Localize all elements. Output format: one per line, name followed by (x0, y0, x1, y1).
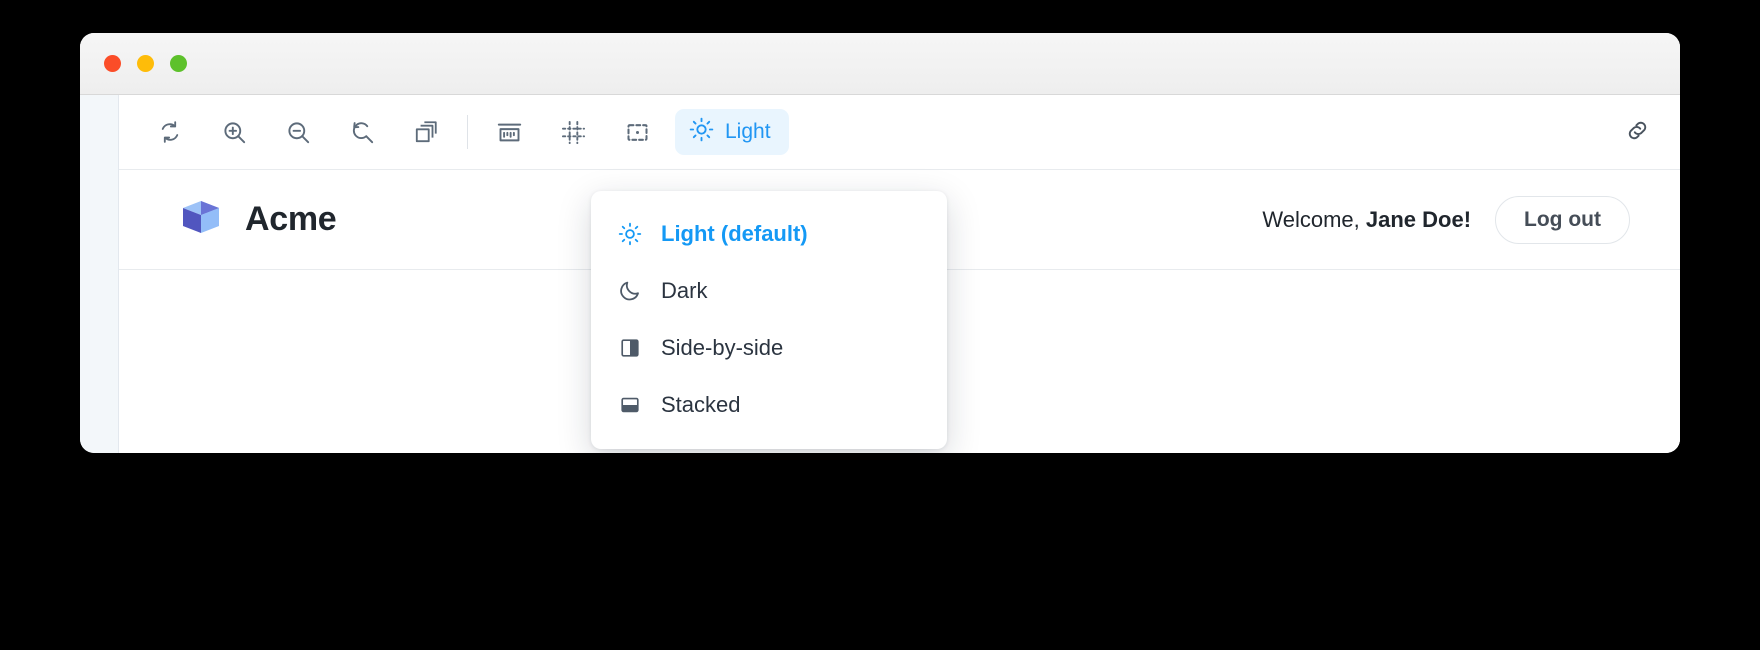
menu-item-light[interactable]: Light (default) (591, 205, 947, 262)
reset-zoom-icon (349, 119, 376, 146)
logout-button[interactable]: Log out (1495, 195, 1630, 244)
grid-icon (560, 119, 587, 146)
split-panes-icon (617, 337, 643, 359)
zoom-in-icon (221, 119, 248, 146)
zoom-out-icon (285, 119, 312, 146)
preview-toolbar: Light (119, 95, 1680, 170)
screenshot-stage: Light Acme Welcome, Jane Doe! Log out Li… (0, 0, 1760, 650)
reload-button[interactable] (149, 111, 191, 153)
close-window-button[interactable] (104, 55, 121, 72)
menu-item-label: Side-by-side (661, 334, 784, 360)
copy-button[interactable] (405, 111, 447, 153)
browser-window: Light Acme Welcome, Jane Doe! Log out Li… (80, 33, 1680, 453)
sun-icon (689, 117, 714, 148)
content-column: Light Acme Welcome, Jane Doe! Log out Li… (119, 95, 1680, 453)
focus-button[interactable] (616, 111, 658, 153)
grid-button[interactable] (552, 111, 594, 153)
moon-icon (617, 279, 643, 303)
toolbar-divider (467, 115, 468, 149)
theme-dropdown-menu: Light (default) Dark Side-by-side Stacke… (591, 191, 947, 449)
stacked-panes-icon (617, 394, 643, 416)
refresh-icon (157, 119, 183, 145)
copy-link-button[interactable] (1616, 111, 1658, 153)
maximize-window-button[interactable] (170, 55, 187, 72)
traffic-light-buttons (104, 55, 187, 72)
brand[interactable]: Acme (177, 193, 337, 246)
ruler-icon (496, 119, 523, 146)
toolbar-group-secondary (488, 111, 658, 153)
toolbar-divider-2 (666, 115, 667, 149)
theme-toggle-label: Light (725, 119, 771, 143)
user-name: Jane Doe! (1365, 206, 1472, 232)
sun-icon (617, 222, 643, 246)
copy-layers-icon (413, 119, 439, 145)
zoom-out-button[interactable] (277, 111, 319, 153)
minimize-window-button[interactable] (137, 55, 154, 72)
menu-item-stacked[interactable]: Stacked (591, 376, 947, 433)
theme-toggle-button[interactable]: Light (675, 109, 789, 155)
menu-item-dark[interactable]: Dark (591, 262, 947, 319)
measure-button[interactable] (488, 111, 530, 153)
zoom-in-button[interactable] (213, 111, 255, 153)
reset-zoom-button[interactable] (341, 111, 383, 153)
welcome-prefix: Welcome, (1262, 206, 1366, 232)
focus-frame-icon (624, 119, 651, 146)
left-rail (80, 95, 119, 453)
link-icon (1624, 117, 1651, 147)
menu-item-side-by-side[interactable]: Side-by-side (591, 319, 947, 376)
welcome-message: Welcome, Jane Doe! (1262, 207, 1471, 233)
window-body: Light Acme Welcome, Jane Doe! Log out Li… (80, 95, 1680, 453)
window-titlebar (80, 33, 1680, 95)
menu-item-label: Light (default) (661, 220, 808, 246)
menu-item-label: Dark (661, 277, 708, 303)
toolbar-group-primary (149, 111, 447, 153)
acme-cube-logo (177, 193, 225, 246)
menu-item-label: Stacked (661, 391, 741, 417)
brand-name: Acme (245, 200, 337, 238)
